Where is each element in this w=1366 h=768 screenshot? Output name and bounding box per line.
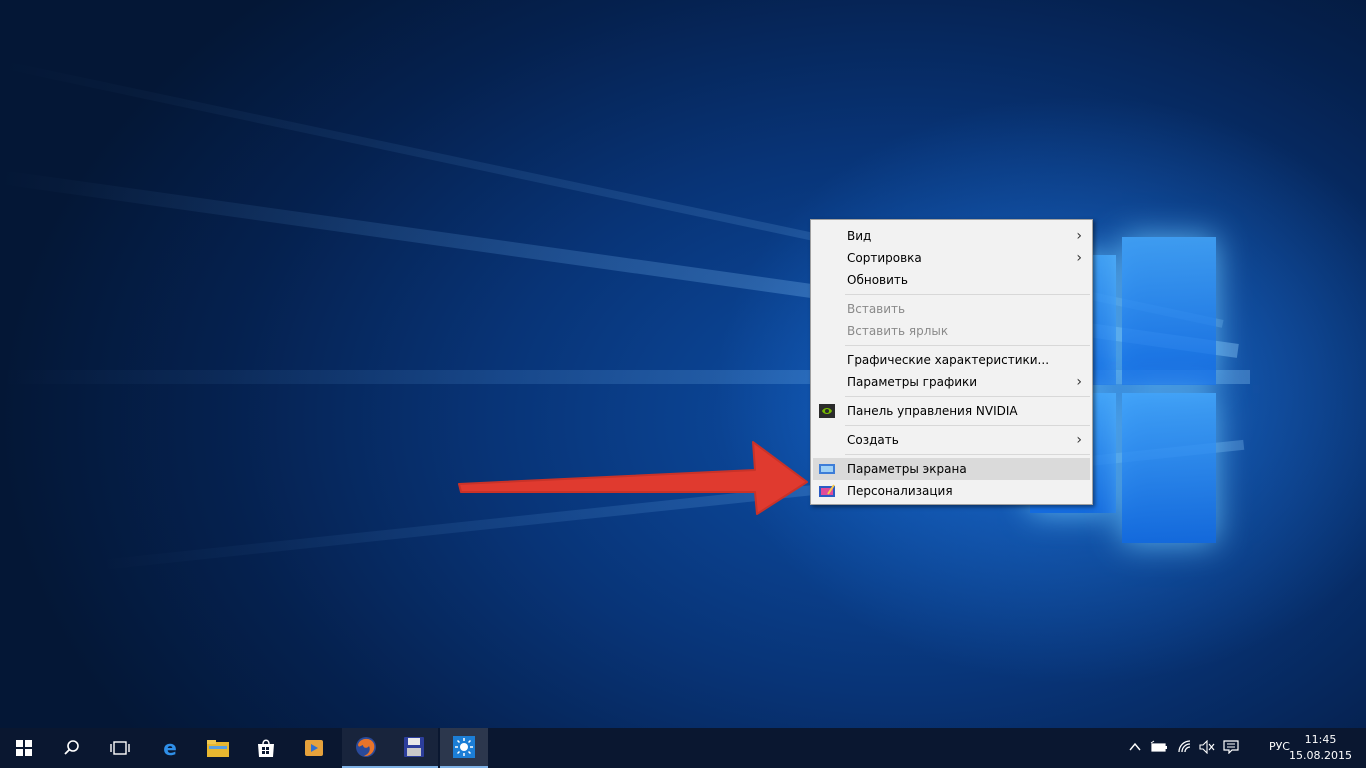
clock-time: 11:45 bbox=[1304, 733, 1337, 746]
menu-separator bbox=[845, 396, 1090, 397]
media-player-button[interactable] bbox=[290, 728, 338, 768]
menu-item-графические-характеристики[interactable]: Графические характеристики... bbox=[813, 349, 1090, 371]
menu-item-параметры-графики[interactable]: Параметры графики › bbox=[813, 371, 1090, 393]
brightness-app-icon bbox=[453, 736, 475, 758]
clock[interactable]: 11:45 15.08.2015 bbox=[1289, 732, 1352, 764]
menu-item-label: Обновить bbox=[847, 273, 908, 287]
action-center-icon[interactable] bbox=[1222, 740, 1240, 756]
file-explorer-icon bbox=[207, 740, 229, 757]
chevron-right-icon: › bbox=[1076, 432, 1082, 448]
menu-item-label: Параметры экрана bbox=[847, 462, 967, 476]
brightness-app-button[interactable] bbox=[440, 728, 488, 768]
menu-item-создать[interactable]: Создать › bbox=[813, 429, 1090, 451]
save-app-button[interactable] bbox=[390, 728, 438, 768]
menu-separator bbox=[845, 454, 1090, 455]
menu-item-label: Сортировка bbox=[847, 251, 922, 265]
chevron-right-icon: › bbox=[1076, 374, 1082, 390]
desktop-wallpaper[interactable]: Вид › Сортировка › Обновить Вставить Вставить … bbox=[0, 0, 1366, 728]
chevron-right-icon: › bbox=[1076, 228, 1082, 244]
media-player-icon bbox=[305, 740, 323, 756]
display-settings-icon bbox=[819, 461, 835, 477]
menu-item-label: Панель управления NVIDIA bbox=[847, 404, 1018, 418]
wifi-icon[interactable] bbox=[1176, 740, 1194, 756]
edge-icon: e bbox=[163, 737, 177, 759]
system-tray: РУС 11:45 15.08.2015 bbox=[1126, 728, 1366, 768]
taskbar: e РУС 11:45 15.08.2015 bbox=[0, 728, 1366, 768]
task-view-button[interactable] bbox=[96, 728, 144, 768]
red-arrow-annotation bbox=[458, 441, 808, 515]
svg-text:e: e bbox=[163, 737, 177, 759]
personalization-icon bbox=[819, 483, 835, 499]
search-button[interactable] bbox=[48, 728, 96, 768]
menu-item-сортировка[interactable]: Сортировка › bbox=[813, 247, 1090, 269]
menu-item-label: Вставить ярлык bbox=[847, 324, 949, 338]
menu-item-обновить[interactable]: Обновить bbox=[813, 269, 1090, 291]
volume-muted-icon[interactable] bbox=[1198, 739, 1216, 756]
menu-item-label: Создать bbox=[847, 433, 899, 447]
menu-item-параметры-экрана[interactable]: Параметры экрана bbox=[813, 458, 1090, 480]
start-icon bbox=[16, 740, 32, 756]
store-icon bbox=[258, 739, 274, 757]
firefox-icon bbox=[356, 737, 376, 757]
store-button[interactable] bbox=[242, 728, 290, 768]
menu-item-панель-управления-nvidia[interactable]: Панель управления NVIDIA bbox=[813, 400, 1090, 422]
menu-separator bbox=[845, 345, 1090, 346]
desktop-context-menu: Вид › Сортировка › Обновить Вставить Вставить … bbox=[810, 219, 1093, 505]
save-disk-icon bbox=[404, 737, 424, 757]
menu-separator bbox=[845, 425, 1090, 426]
nvidia-icon bbox=[819, 403, 835, 419]
menu-item-label: Вставить bbox=[847, 302, 906, 316]
chevron-right-icon: › bbox=[1076, 250, 1082, 266]
menu-item-label: Персонализация bbox=[847, 484, 953, 498]
menu-item-label: Вид bbox=[847, 229, 872, 243]
search-icon bbox=[64, 740, 79, 755]
task-view-icon bbox=[110, 741, 130, 755]
menu-item-персонализация[interactable]: Персонализация bbox=[813, 480, 1090, 502]
start-button[interactable] bbox=[0, 728, 48, 768]
menu-item-вид[interactable]: Вид › bbox=[813, 225, 1090, 247]
file-explorer-button[interactable] bbox=[194, 728, 242, 768]
menu-item-label: Параметры графики bbox=[847, 375, 978, 389]
menu-item-вставить[interactable]: Вставить bbox=[813, 298, 1090, 320]
edge-button[interactable]: e bbox=[146, 728, 194, 768]
menu-separator bbox=[845, 294, 1090, 295]
chevron-up-icon[interactable] bbox=[1126, 740, 1144, 756]
clock-date: 15.08.2015 bbox=[1289, 749, 1352, 762]
battery-icon[interactable] bbox=[1150, 740, 1168, 756]
firefox-button[interactable] bbox=[342, 728, 390, 768]
menu-item-label: Графические характеристики... bbox=[847, 353, 1050, 367]
language-indicator[interactable]: РУС bbox=[1269, 740, 1290, 753]
menu-item-вставить-ярлык[interactable]: Вставить ярлык bbox=[813, 320, 1090, 342]
